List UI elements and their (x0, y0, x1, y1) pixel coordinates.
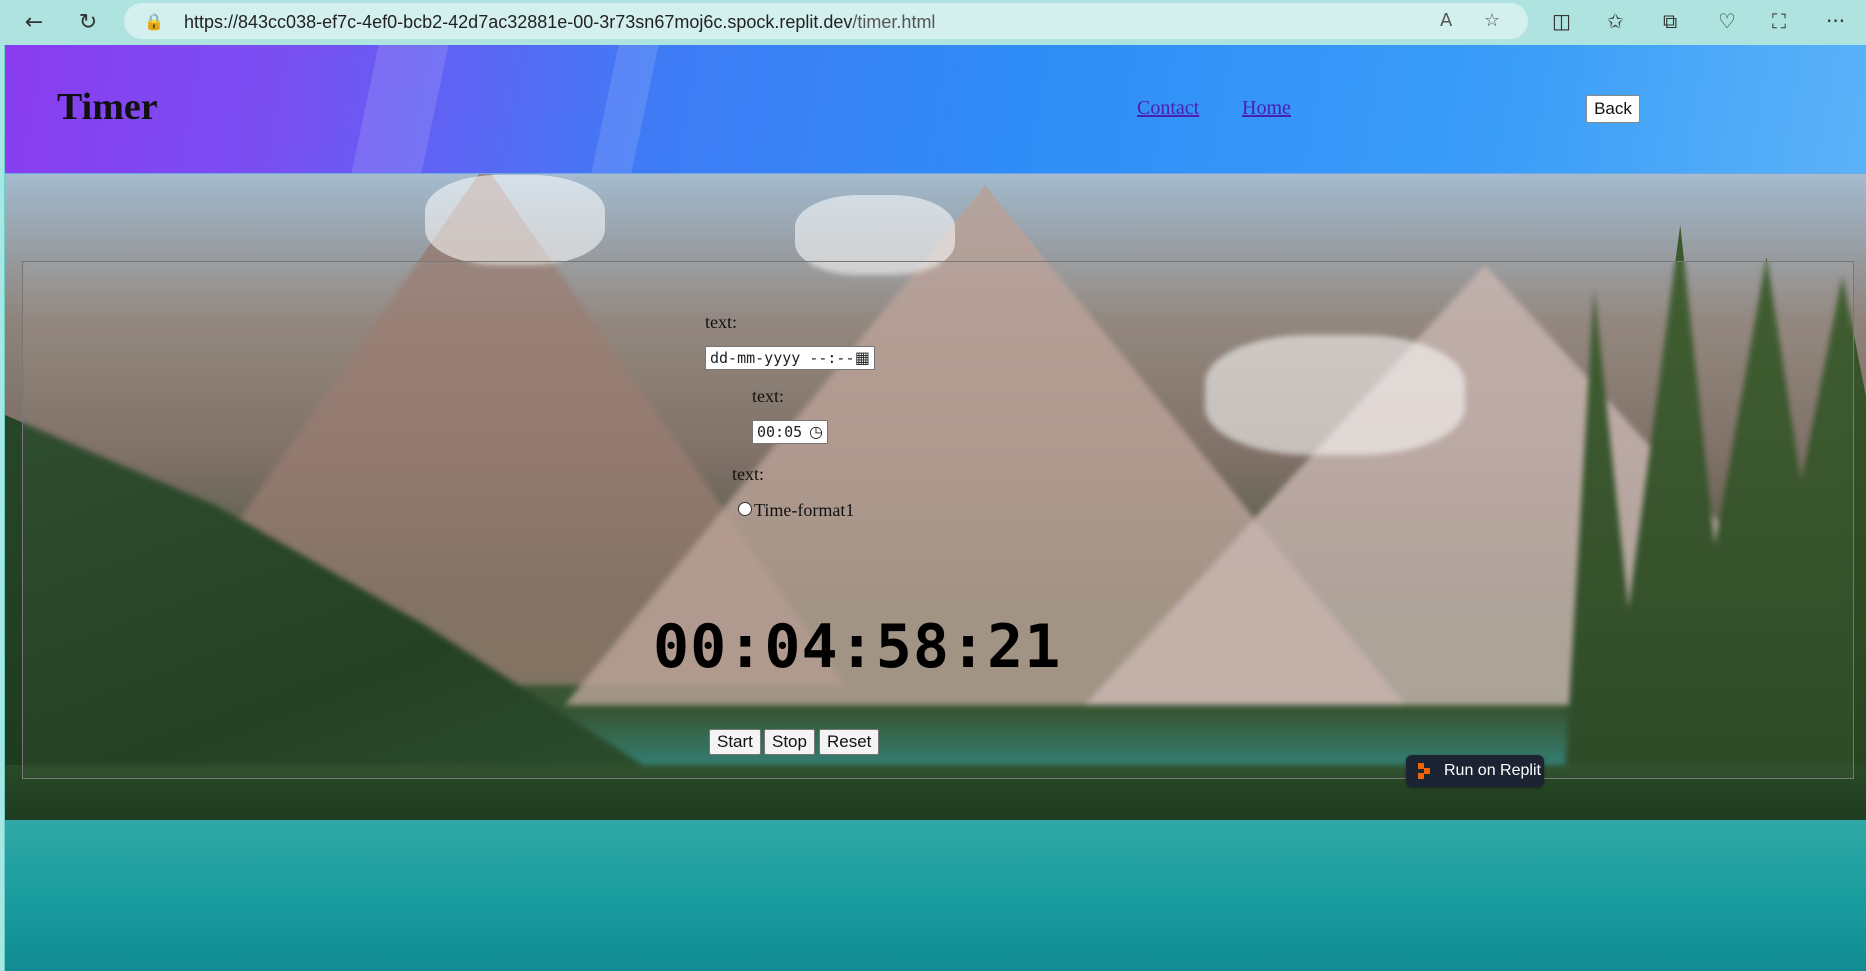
snow-patch (425, 175, 605, 265)
url-host: https://843cc038-ef7c-4ef0-bcb2-42d7ac32… (184, 12, 853, 32)
start-button[interactable]: Start (709, 729, 761, 755)
header-streak (591, 45, 659, 173)
calendar-icon[interactable]: ▦ (855, 348, 870, 367)
favorites-icon[interactable]: ✩ (1607, 9, 1624, 33)
back-arrow-icon[interactable]: ← (18, 6, 50, 38)
refresh-icon[interactable]: ↻ (72, 6, 104, 38)
timer-display: 00:04:58:21 (653, 612, 1062, 682)
read-aloud-icon[interactable]: A (1440, 10, 1452, 31)
url-path: /timer.html (852, 12, 936, 32)
site-header: Timer Contact Home Back (5, 45, 1866, 174)
lake (5, 820, 1866, 971)
address-bar[interactable]: 🔒 https://843cc038-ef7c-4ef0-bcb2-42d7ac… (124, 3, 1528, 39)
nav-link-home[interactable]: Home (1242, 97, 1291, 120)
badge-label: Run on Replit (1444, 762, 1541, 779)
page-viewport: Timer Contact Home Back text: dd-mm-yyyy… (4, 45, 1866, 971)
back-button[interactable]: Back (1586, 95, 1640, 123)
page-title: Timer (57, 86, 158, 128)
time-format-radio[interactable] (738, 502, 752, 516)
header-streak (351, 45, 449, 173)
time-format-label: Time-format1 (754, 500, 855, 520)
time-value: 00:05 (757, 423, 803, 441)
url-text[interactable]: https://843cc038-ef7c-4ef0-bcb2-42d7ac32… (184, 12, 935, 33)
more-icon[interactable]: ··· (1826, 9, 1845, 33)
nav-link-contact[interactable]: Contact (1137, 97, 1199, 120)
datetime-input[interactable]: dd-mm-yyyy --:-- ▦ (705, 346, 875, 370)
timer-panel: text: dd-mm-yyyy --:-- ▦ text: 00:05 ◷ t… (22, 261, 1854, 779)
time-input[interactable]: 00:05 ◷ (752, 420, 828, 444)
reset-button[interactable]: Reset (819, 729, 880, 755)
format-label: text: (732, 464, 764, 484)
screenshot-icon[interactable]: ⛶ (1772, 9, 1786, 33)
clock-icon[interactable]: ◷ (809, 422, 823, 441)
heart-icon[interactable]: ♡ (1718, 9, 1736, 33)
time-label: text: (752, 386, 784, 406)
collections-icon[interactable]: ⧉ (1663, 9, 1677, 33)
stop-button[interactable]: Stop (764, 729, 815, 755)
date-label: text: (705, 312, 737, 332)
favorite-star-icon[interactable]: ☆ (1484, 10, 1500, 31)
run-on-replit-badge[interactable]: Run on Replit (1406, 755, 1544, 787)
datetime-value: dd-mm-yyyy --:-- (710, 349, 855, 367)
lock-icon[interactable]: 🔒 (144, 12, 164, 31)
split-screen-icon[interactable]: ◫ (1552, 9, 1571, 33)
browser-toolbar: ← ↻ 🔒 https://843cc038-ef7c-4ef0-bcb2-42… (0, 0, 1866, 44)
replit-logo-icon (1418, 763, 1434, 779)
